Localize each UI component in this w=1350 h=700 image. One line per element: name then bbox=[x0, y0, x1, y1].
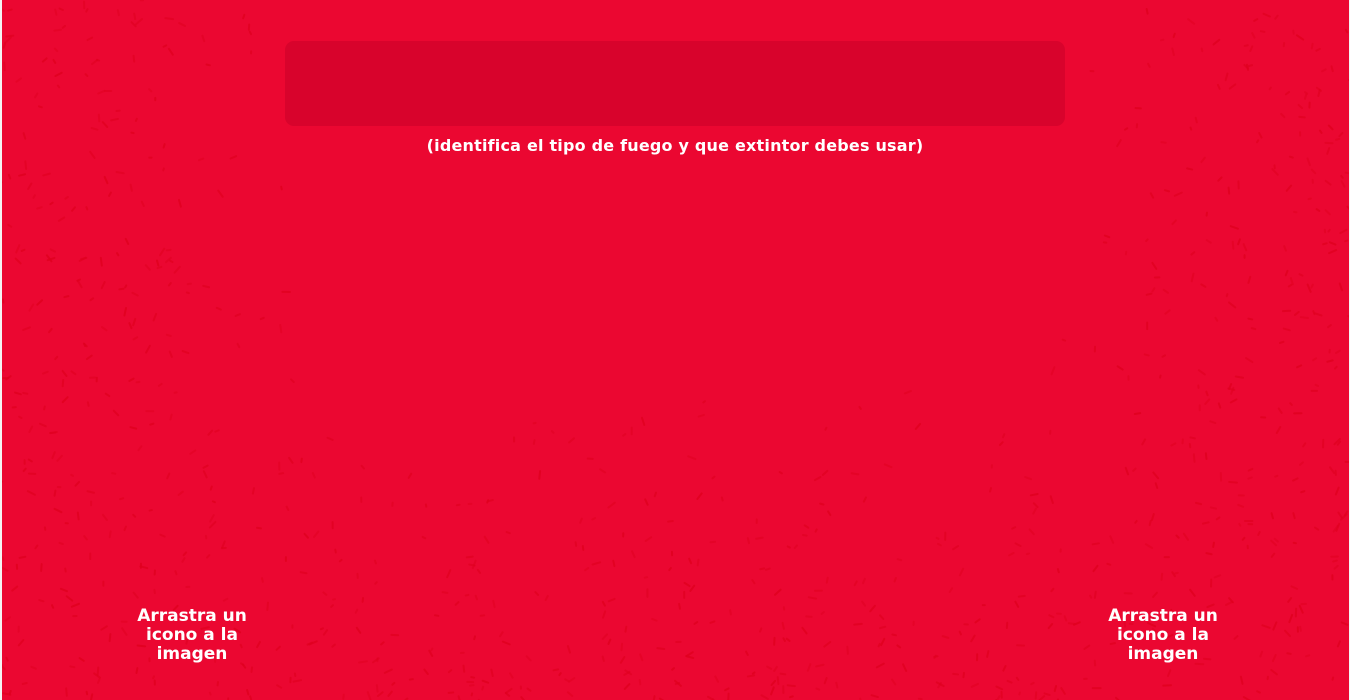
instruction-text: (identifica el tipo de fuego y que extin… bbox=[426, 136, 924, 155]
left-border bbox=[0, 0, 2, 700]
activity-stage: (identifica el tipo de fuego y que extin… bbox=[0, 0, 1350, 700]
drop-hint-right: Arrastra un icono a la imagen bbox=[1108, 606, 1218, 664]
question-box bbox=[285, 41, 1065, 126]
drop-hint-left: Arrastra un icono a la imagen bbox=[137, 606, 247, 664]
